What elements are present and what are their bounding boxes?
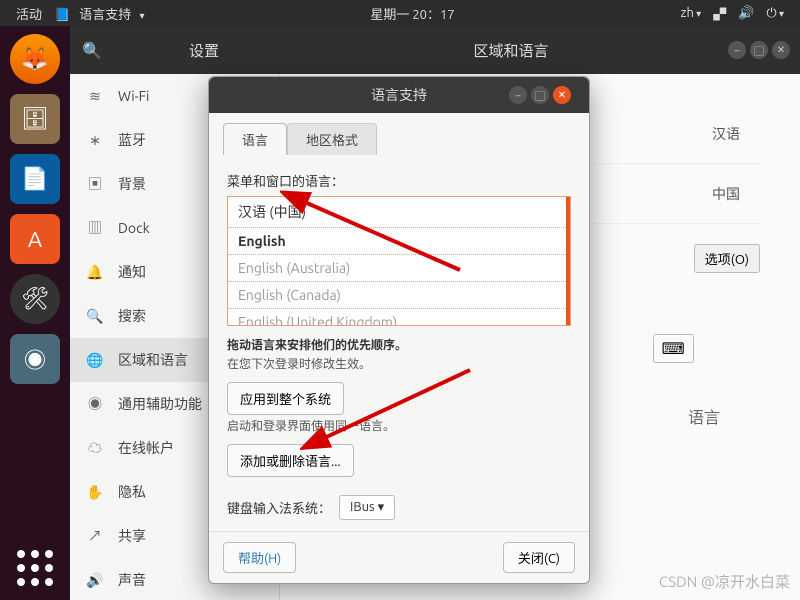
writer-icon[interactable]: 📄	[10, 154, 60, 204]
bell-icon: 🔔	[86, 264, 104, 281]
bluetooth-icon: ∗	[86, 132, 104, 149]
software-icon[interactable]: A	[10, 214, 60, 264]
help-button[interactable]: 帮助(H)	[223, 542, 296, 573]
globe-icon: 🌐	[86, 352, 104, 369]
search-icon: 🔍	[86, 308, 104, 325]
volume-icon[interactable]: 🔊	[738, 6, 754, 21]
language-support-dialog: 语言支持 – ▢ ✕ 语言 地区格式 菜单和窗口的语言： 汉语 (中国) Eng…	[208, 76, 590, 584]
sidebar-item-label: 隐私	[118, 482, 146, 502]
cloud-icon: ☁	[86, 438, 104, 458]
apply-sub-hint: 启动和登录界面使用同一语言。	[227, 417, 571, 434]
options-button[interactable]: 选项(O)	[694, 244, 760, 273]
drag-hint: 拖动语言来安排他们的优先顺序。	[227, 336, 571, 353]
close-icon[interactable]: ✕	[772, 41, 790, 59]
app-menu[interactable]: 📘 语言支持	[54, 4, 145, 23]
maximize-icon[interactable]: ▢	[750, 41, 768, 59]
language-item[interactable]: English (United Kingdom)	[228, 309, 570, 326]
network-icon[interactable]: ▞	[713, 4, 726, 23]
dialog-close-icon[interactable]: ✕	[553, 86, 571, 104]
language-item[interactable]: English	[228, 228, 570, 255]
close-button[interactable]: 关闭(C)	[503, 542, 575, 573]
a11y-icon: ◉	[86, 394, 104, 414]
activities-button[interactable]: 活动	[16, 4, 42, 23]
language-item[interactable]: English (Australia)	[228, 255, 570, 282]
dialog-title: 语言支持	[371, 85, 427, 105]
sidebar-item-label: 蓝牙	[118, 130, 146, 150]
region-value: 中国	[712, 184, 740, 204]
settings-main-title: 区域和语言	[294, 40, 728, 61]
settings-gear-icon[interactable]: 🛠	[10, 274, 60, 324]
sidebar-item-label: 共享	[118, 526, 146, 546]
add-remove-languages-button[interactable]: 添加或删除语言...	[227, 444, 354, 477]
minimize-icon[interactable]: –	[728, 41, 746, 59]
ime-value: IBus	[350, 500, 375, 514]
files-icon[interactable]: 🗄	[10, 94, 60, 144]
ime-indicator[interactable]: zh	[680, 6, 701, 20]
dock-icon: ▥	[86, 218, 104, 238]
language-support-launcher-icon[interactable]: ◉	[10, 334, 60, 384]
sidebar-item-label: 通知	[118, 262, 146, 282]
app-menu-label: 语言支持	[79, 8, 131, 22]
dialog-maximize-icon[interactable]: ▢	[531, 86, 549, 104]
background-icon: ▣	[86, 174, 104, 194]
sidebar-item-label: Dock	[118, 220, 150, 236]
sound-icon: 🔊	[86, 572, 104, 589]
language-value: 汉语	[712, 124, 740, 144]
ime-select[interactable]: IBus ▾	[339, 495, 395, 520]
dock: 🦊 🗄 📄 A 🛠 ◉	[0, 26, 70, 600]
wifi-icon: ≋	[86, 88, 104, 105]
power-icon[interactable]: ⏻	[766, 6, 784, 21]
clock[interactable]: 星期一 20：17	[370, 4, 454, 23]
apply-system-wide-button[interactable]: 应用到整个系统	[227, 382, 344, 415]
sidebar-item-label: 区域和语言	[118, 350, 188, 370]
language-item[interactable]: 汉语 (中国)	[228, 197, 570, 228]
sidebar-item-label: 搜索	[118, 306, 146, 326]
dialog-titlebar[interactable]: 语言支持 – ▢ ✕	[209, 77, 589, 113]
tab-regional-formats[interactable]: 地区格式	[287, 123, 377, 155]
search-icon[interactable]: 🔍	[70, 41, 114, 60]
ime-label: 键盘输入法系统：	[227, 498, 331, 517]
language-list-label: 菜单和窗口的语言：	[227, 171, 571, 190]
lock-icon: ✋	[86, 484, 104, 501]
settings-sidebar-title: 设置	[114, 40, 294, 61]
settings-headerbar: 🔍 设置 区域和语言 – ▢ ✕	[70, 26, 800, 74]
dialog-minimize-icon[interactable]: –	[509, 86, 527, 104]
watermark: CSDN @凉开水白菜	[659, 571, 790, 592]
sidebar-item-label: Wi-Fi	[118, 88, 149, 104]
language-list[interactable]: 汉语 (中国) English English (Australia) Engl…	[227, 196, 571, 326]
tab-language[interactable]: 语言	[223, 123, 287, 155]
share-icon: ↗	[86, 526, 104, 546]
sidebar-item-label: 背景	[118, 174, 146, 194]
show-applications-icon[interactable]	[15, 548, 55, 588]
sidebar-item-label: 声音	[118, 570, 146, 590]
language-item[interactable]: English (Canada)	[228, 282, 570, 309]
sidebar-item-label: 在线帐户	[118, 438, 174, 458]
keyboard-icon[interactable]: ⌨	[653, 334, 694, 363]
relogin-hint: 在您下次登录时修改生效。	[227, 355, 571, 372]
firefox-icon[interactable]: 🦊	[10, 34, 60, 84]
sidebar-item-label: 通用辅助功能	[118, 394, 202, 414]
